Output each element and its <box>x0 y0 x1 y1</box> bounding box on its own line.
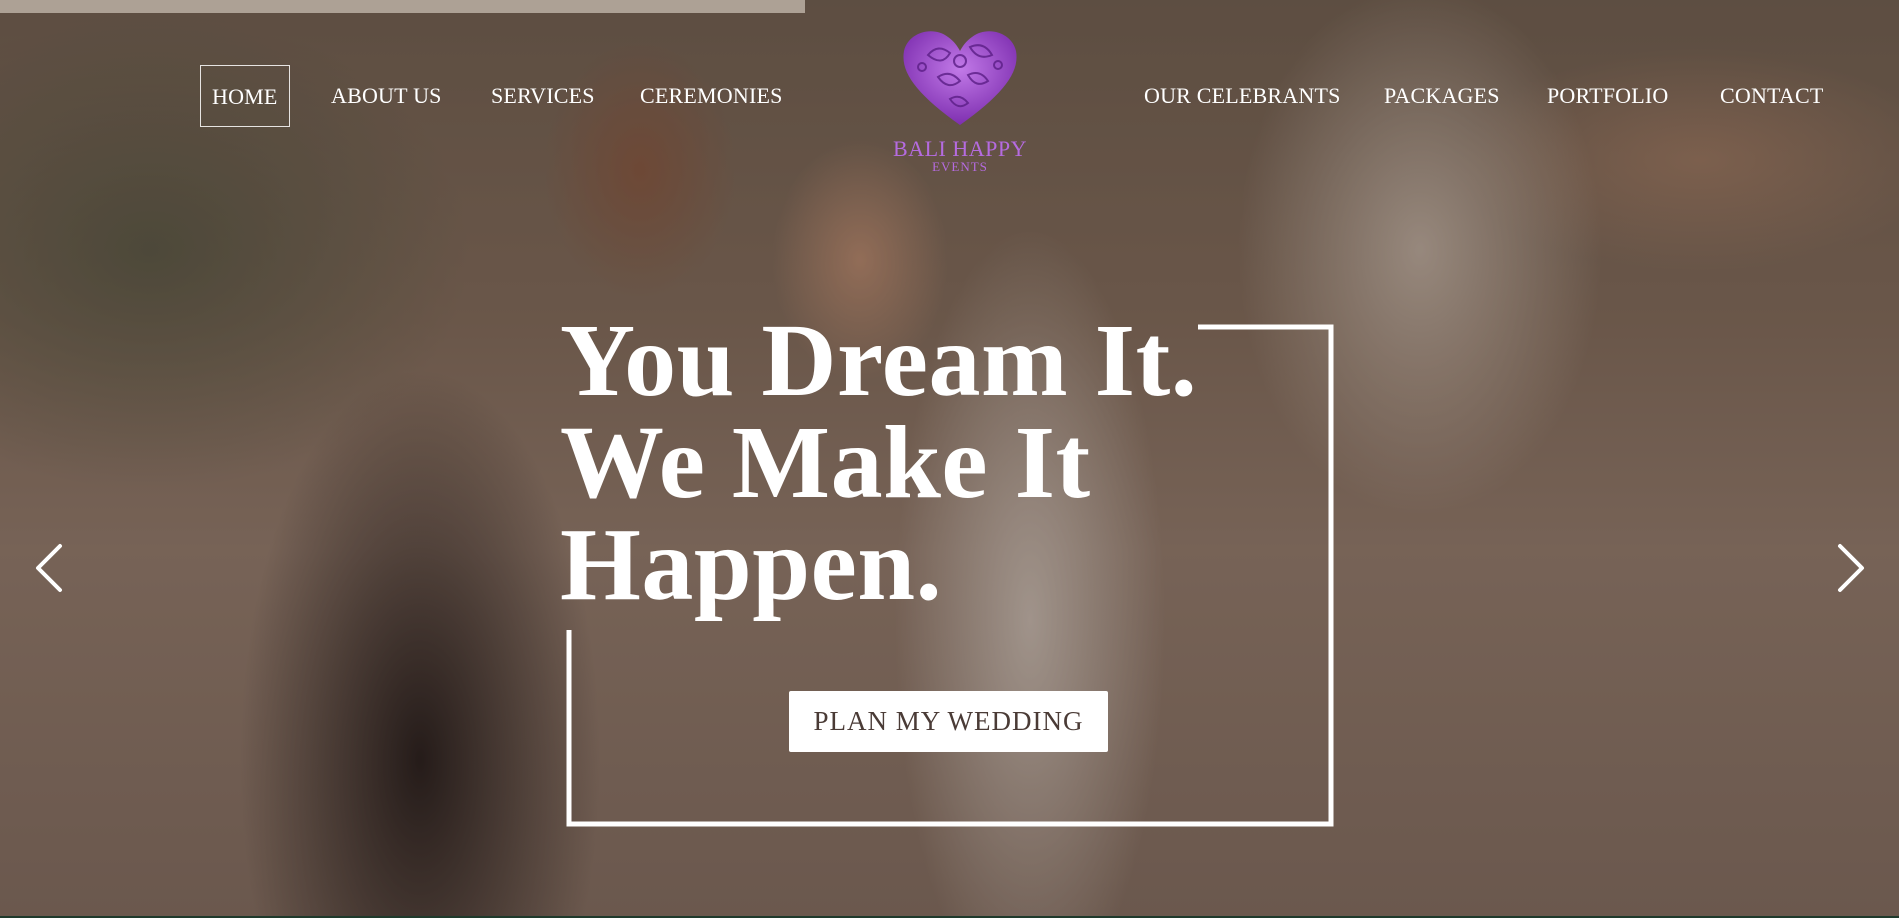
nav-item-ceremonies[interactable]: CEREMONIES <box>640 65 783 127</box>
plan-my-wedding-button[interactable]: PLAN MY WEDDING <box>789 691 1108 752</box>
nav-item-our-celebrants[interactable]: OUR CELEBRANTS <box>1144 65 1341 127</box>
headline-line-1: You Dream It. <box>560 303 1198 418</box>
nav-item-services[interactable]: SERVICES <box>491 65 595 127</box>
hero-headline: You Dream It. We Make It Happen. <box>560 303 1260 622</box>
nav-item-about-us[interactable]: ABOUT US <box>331 65 442 127</box>
nav-item-packages[interactable]: PACKAGES <box>1384 65 1500 127</box>
nav-item-portfolio[interactable]: PORTFOLIO <box>1547 65 1669 127</box>
slider-prev-button[interactable] <box>28 536 72 600</box>
nav-item-contact[interactable]: CONTACT <box>1720 65 1824 127</box>
hero-slider: HOME ABOUT US SERVICES CEREMONIES BALI H… <box>0 0 1899 916</box>
main-navigation: HOME ABOUT US SERVICES CEREMONIES BALI H… <box>0 0 1899 200</box>
chevron-left-icon <box>36 544 62 592</box>
logo-subtitle: EVENTS <box>932 159 988 174</box>
headline-line-2: We Make It <box>560 405 1091 520</box>
logo-name: BALI HAPPY <box>893 136 1027 161</box>
nav-item-home[interactable]: HOME <box>200 65 290 127</box>
slider-next-button[interactable] <box>1828 536 1872 600</box>
headline-line-3: Happen. <box>560 507 943 622</box>
brand-logo[interactable]: BALI HAPPY EVENTS <box>890 25 1030 174</box>
heart-icon <box>903 31 1017 126</box>
chevron-right-icon <box>1838 544 1864 592</box>
